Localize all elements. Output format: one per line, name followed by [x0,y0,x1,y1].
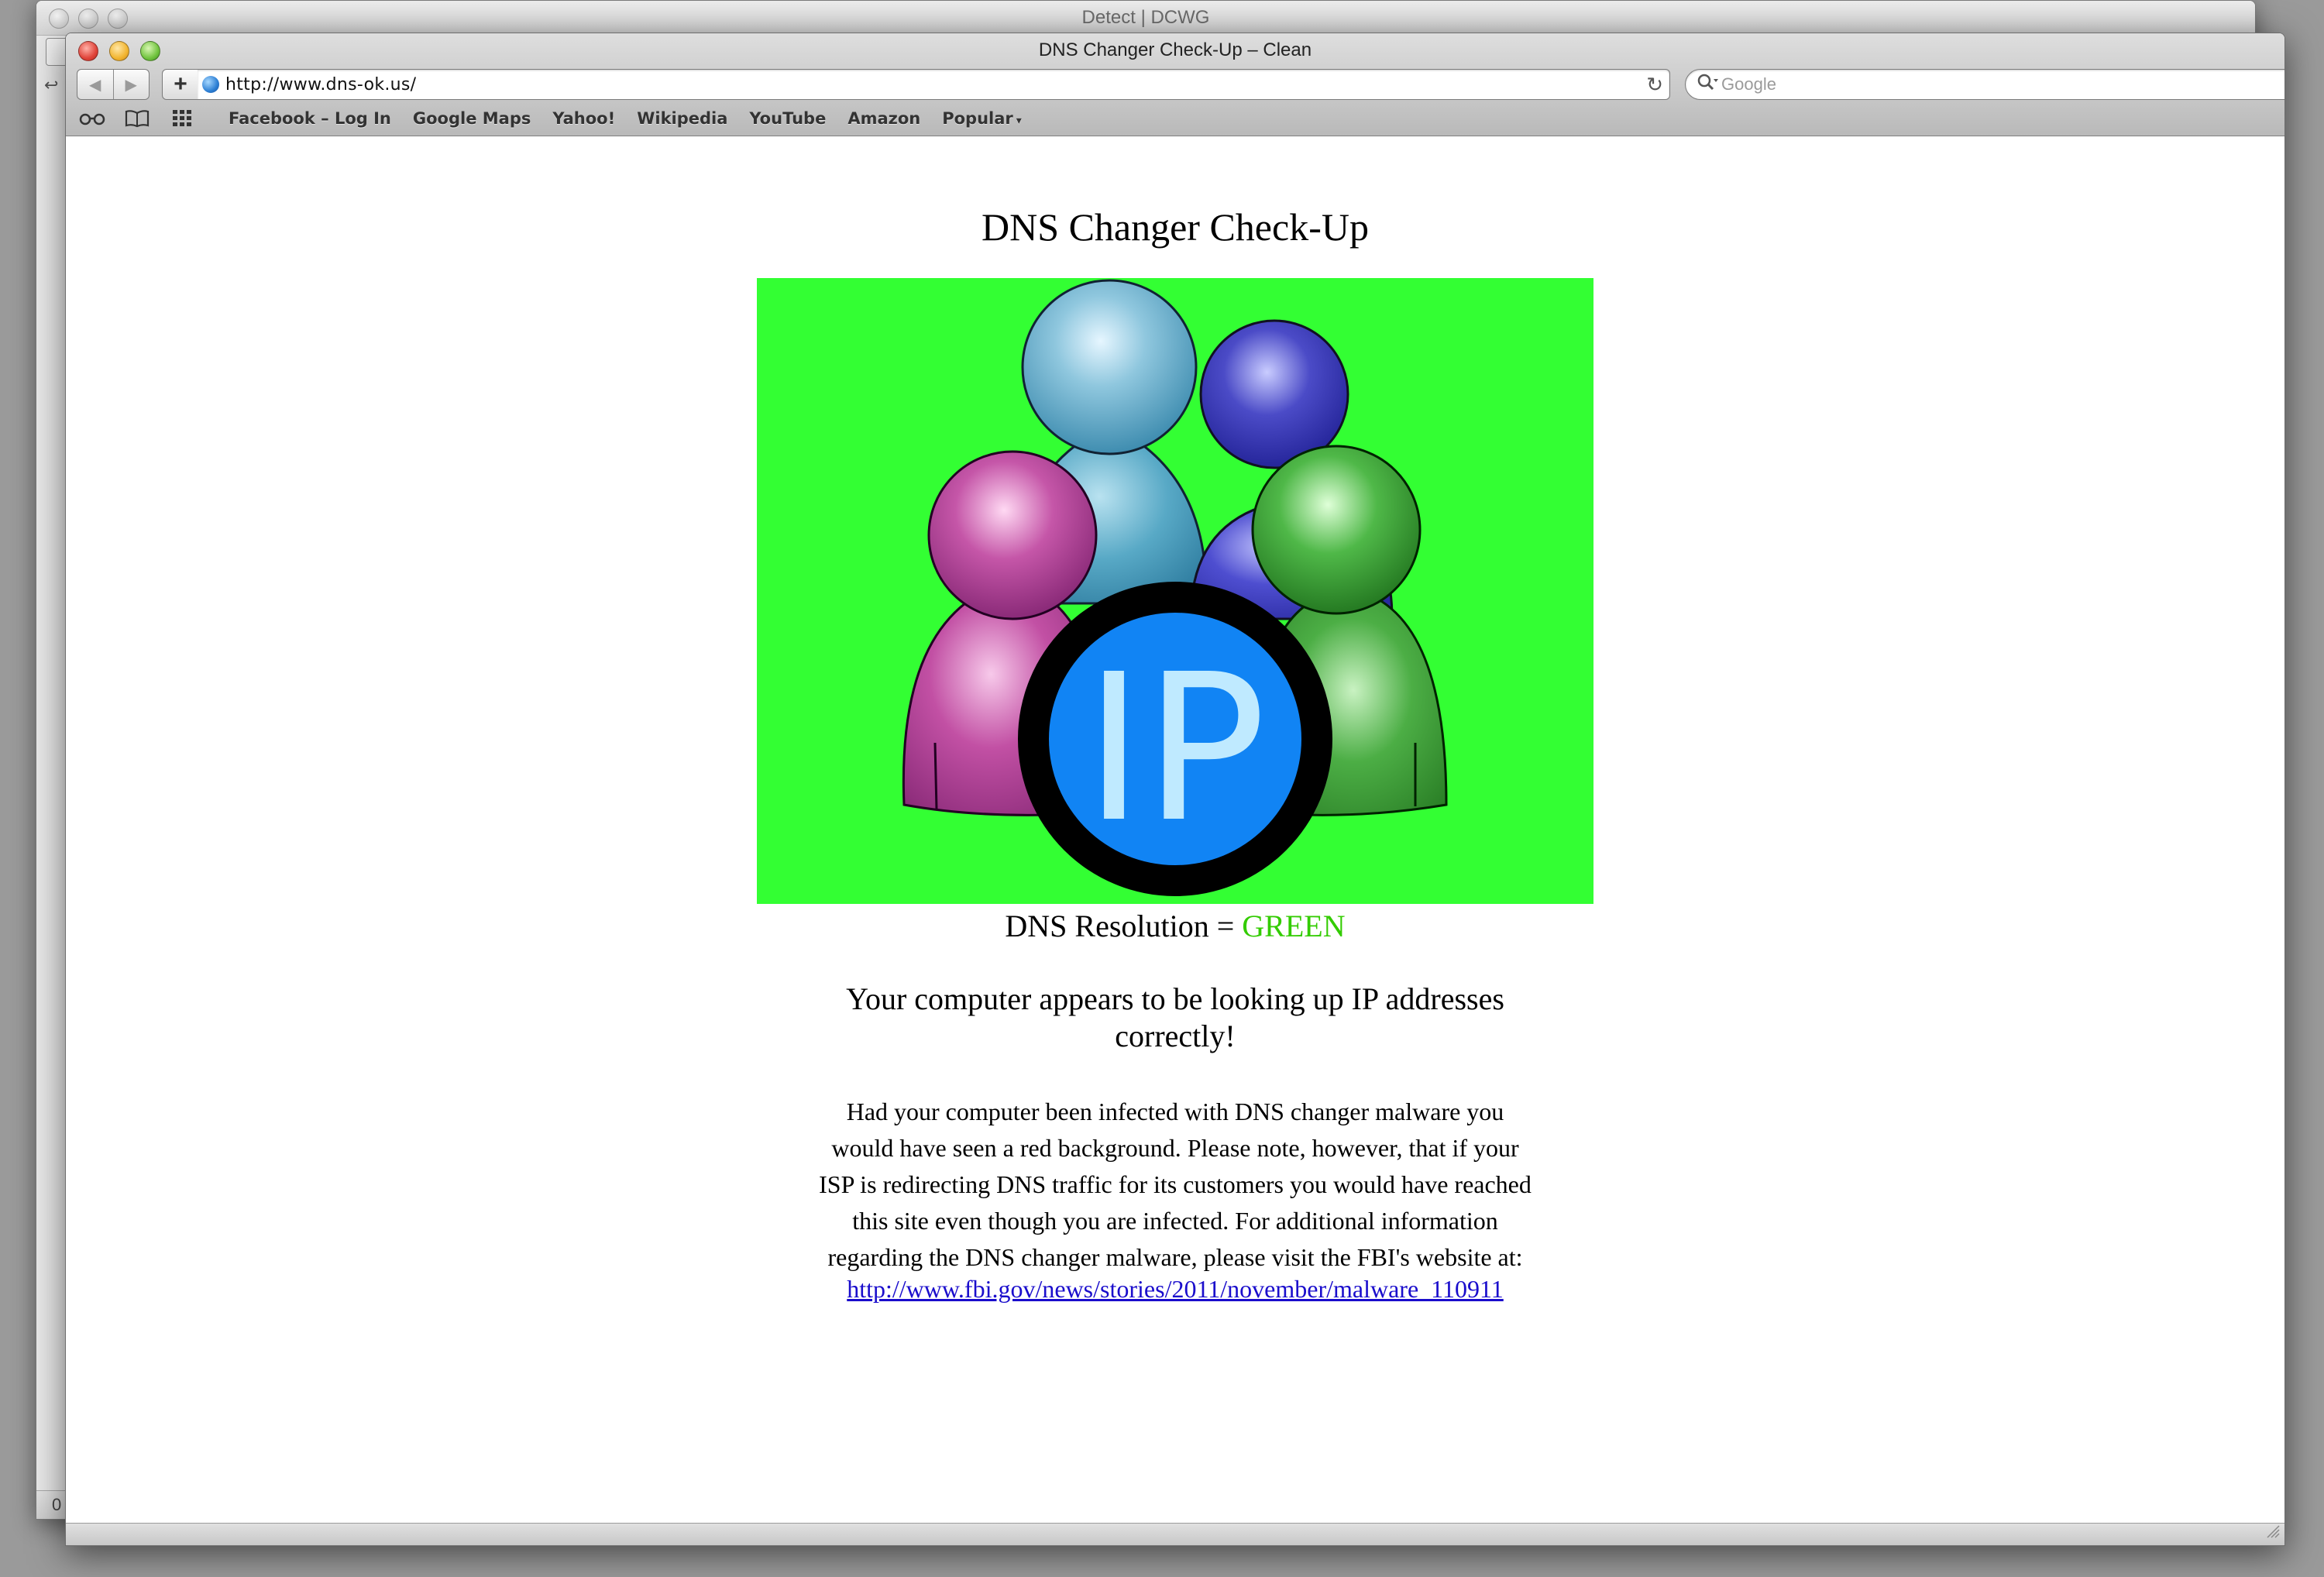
forward-button[interactable]: ▶ [112,70,150,99]
popular-label: Popular [942,109,1013,128]
chevron-down-icon: ▾ [1016,115,1022,127]
bookmark-facebook[interactable]: Facebook – Log In [229,109,391,128]
globe-icon [202,76,219,93]
background-window-titlebar[interactable]: Detect | DCWG [36,1,2255,36]
plus-icon: + [174,71,187,97]
search-input[interactable] [1721,74,2284,94]
users-ip-illustration: IP [902,279,1448,896]
result-headline: Your computer appears to be looking up I… [846,981,1504,1053]
search-icon [1697,73,1720,98]
result-explanation: Had your computer been infected with DNS… [819,1098,1532,1271]
bookmark-youtube[interactable]: YouTube [749,109,826,128]
bookmark-popular-menu[interactable]: Popular ▾ [942,109,1022,128]
page-title: DNS Changer Check-Up [982,205,1369,249]
bookmarks-bar: Facebook – Log In Google Maps Yahoo! Wik… [66,105,2284,132]
top-sites-grid-icon[interactable] [167,107,198,130]
status-bar [66,1523,2284,1545]
browser-toolbar: DNS Changer Check-Up – Clean ◀ ▶ + http:… [66,33,2284,136]
url-text[interactable]: http://www.dns-ok.us/ [225,75,416,94]
forward-arrow-icon: ▶ [125,76,137,94]
background-window-title: Detect | DCWG [1081,7,1210,28]
green-person-head [1251,445,1422,615]
window-titlebar[interactable]: DNS Changer Check-Up – Clean [66,33,2284,67]
search-field[interactable] [1685,69,2284,100]
back-button[interactable]: ◀ [77,70,113,99]
browser-window[interactable]: DNS Changer Check-Up – Clean ◀ ▶ + http:… [65,33,2285,1546]
bookmarks-book-icon[interactable] [122,107,153,130]
dns-resolution-status: DNS Resolution = GREEN [66,908,2284,944]
ip-badge-text: IP [1084,630,1266,867]
reading-list-icon[interactable] [77,107,108,130]
background-back-icon: ↩ [44,75,59,94]
cyan-person-head [1021,279,1198,455]
fbi-info-link[interactable]: http://www.fbi.gov/news/stories/2011/nov… [66,1275,2284,1304]
bookmark-yahoo[interactable]: Yahoo! [552,109,615,128]
bookmark-google-maps[interactable]: Google Maps [413,109,531,128]
reload-icon[interactable]: ↻ [1646,73,1663,97]
window-title: DNS Changer Check-Up – Clean [1038,40,1312,60]
add-bookmark-button[interactable]: + [162,69,199,100]
back-forward-buttons: ◀ ▶ [77,69,150,100]
address-bar[interactable]: http://www.dns-ok.us/ ↻ [198,69,1670,100]
resolution-value: GREEN [1242,909,1346,943]
dns-status-image: IP [757,278,1593,904]
page-content: DNS Changer Check-Up IP DNS Resolution =… [66,136,2284,1524]
resolution-label: DNS Resolution = [1005,909,1243,943]
pink-person-head [927,450,1098,620]
navigation-row: ◀ ▶ + http://www.dns-ok.us/ ↻ [66,69,2284,100]
back-arrow-icon: ◀ [89,76,101,94]
resize-grip-icon[interactable] [2264,1523,2280,1543]
background-status-text: 0 [52,1495,62,1514]
bookmark-wikipedia[interactable]: Wikipedia [637,109,727,128]
bookmark-amazon[interactable]: Amazon [847,109,920,128]
